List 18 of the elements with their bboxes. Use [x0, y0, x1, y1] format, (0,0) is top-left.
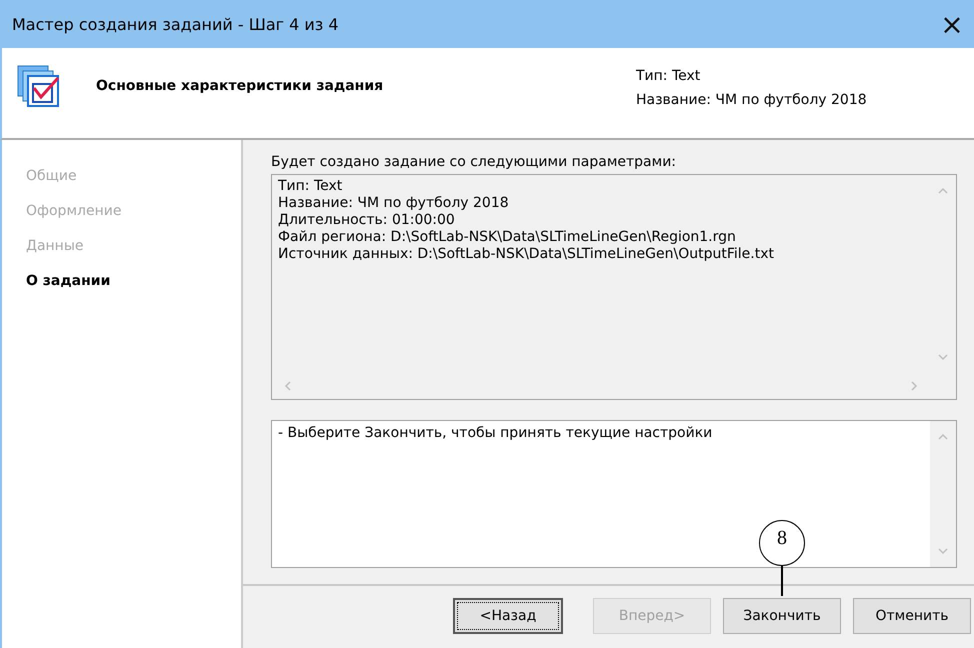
summary-line: Название: ЧМ по футболу 2018 — [278, 195, 510, 212]
notes-text: - Выберите Закончить, чтобы принять текущие настройки — [277, 424, 714, 443]
checklist-icon — [16, 64, 60, 108]
wizard-button[interactable]: <Назад — [453, 598, 563, 634]
summary-caption: Будет создано задание со следующими параметрами: — [271, 154, 678, 170]
page-heading: Основные характеристики задания — [96, 78, 384, 94]
task-info-text: Тип: Text — [636, 68, 702, 84]
wizard-button[interactable]: Отменить — [853, 598, 971, 634]
summary-line: Длительность: 01:00:00 — [278, 212, 456, 229]
summary-line: Источник данных: D:\SoftLab-NSK\Data\SLTimeLineGen\OutputFile.txt — [278, 246, 775, 263]
vertical-scrollbar[interactable] — [930, 421, 956, 567]
wizard-button[interactable]: Закончить — [723, 598, 841, 634]
task-info-text: Название: ЧМ по футболу 2018 — [636, 92, 867, 108]
close-button[interactable]: × — [930, 2, 974, 46]
window-title: Мастер создания заданий - Шаг 4 из 4 — [12, 14, 339, 34]
summary-line: Файл региона: D:\SoftLab-NSK\Data\SLTimeLineGen\Region1.rgn — [278, 229, 737, 246]
summary-line: Тип: Text — [278, 178, 344, 195]
sidebar-item[interactable]: О задании — [2, 273, 241, 289]
